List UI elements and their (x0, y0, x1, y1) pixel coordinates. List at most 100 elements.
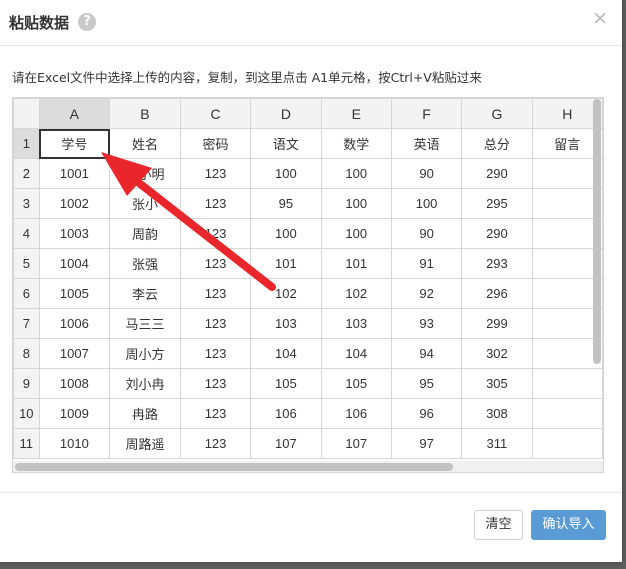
column-header-g[interactable]: G (461, 98, 533, 129)
column-header-c[interactable]: C (179, 98, 252, 129)
confirm-import-button[interactable]: 确认导入 (531, 510, 606, 540)
sheet-cell[interactable] (531, 248, 603, 279)
sheet-cell[interactable]: 周路遥 (109, 428, 181, 459)
sheet-cell[interactable]: 293 (461, 248, 533, 279)
sheet-cell[interactable]: 103 (250, 308, 322, 339)
sheet-cell[interactable]: 123 (179, 248, 252, 279)
sheet-cell[interactable]: 1008 (38, 368, 111, 399)
selected-cell-a1[interactable]: 学号 (38, 128, 111, 159)
sheet-cell[interactable]: 104 (250, 338, 322, 369)
sheet-cell[interactable] (531, 398, 603, 429)
sheet-cell[interactable] (531, 278, 603, 309)
sheet-cell[interactable]: 123 (179, 338, 252, 369)
sheet-cell[interactable]: 96 (390, 398, 463, 429)
sheet-cell[interactable]: 290 (461, 218, 533, 249)
sheet-cell[interactable] (531, 338, 603, 369)
sheet-cell[interactable]: 102 (250, 278, 322, 309)
sheet-cell[interactable] (531, 308, 603, 339)
sheet-cell[interactable]: 冉路 (109, 398, 181, 429)
sheet-cell[interactable]: 1002 (38, 188, 111, 219)
sheet-cell[interactable] (531, 218, 603, 249)
row-header[interactable]: 4 (13, 218, 40, 249)
sheet-cell[interactable]: 101 (250, 248, 322, 279)
row-header[interactable]: 1 (13, 128, 40, 159)
row-header[interactable]: 5 (13, 248, 40, 279)
sheet-cell[interactable]: 107 (250, 428, 322, 459)
column-header-a[interactable]: A (38, 98, 111, 129)
column-header-e[interactable]: E (320, 98, 392, 129)
sheet-cell[interactable]: 张小 (109, 188, 181, 219)
sheet-cell[interactable]: 295 (461, 188, 533, 219)
sheet-cell[interactable]: 1009 (38, 398, 111, 429)
sheet-cell[interactable]: 123 (179, 278, 252, 309)
sheet-cell[interactable]: 102 (320, 278, 392, 309)
sheet-cell[interactable]: 93 (390, 308, 463, 339)
corner-cell[interactable] (13, 98, 40, 129)
sheet-cell[interactable]: 马三三 (109, 308, 181, 339)
row-header[interactable]: 6 (13, 278, 40, 309)
sheet-cell[interactable]: 语文 (250, 128, 322, 159)
sheet-cell[interactable]: 101 (320, 248, 392, 279)
sheet-cell[interactable]: 100 (390, 188, 463, 219)
sheet-cell[interactable]: 留言 (531, 128, 603, 159)
close-icon[interactable]: × (592, 9, 608, 28)
sheet-cell[interactable]: 106 (320, 398, 392, 429)
row-header[interactable]: 11 (13, 428, 40, 459)
sheet-cell[interactable]: 92 (390, 278, 463, 309)
sheet-cell[interactable]: 91 (390, 248, 463, 279)
sheet-cell[interactable]: 英语 (390, 128, 463, 159)
column-header-b[interactable]: B (109, 98, 181, 129)
sheet-cell[interactable]: 97 (390, 428, 463, 459)
sheet-cell[interactable]: 1007 (38, 338, 111, 369)
horizontal-scrollbar[interactable] (15, 463, 453, 471)
vertical-scrollbar[interactable] (593, 99, 601, 364)
sheet-cell[interactable]: 123 (179, 368, 252, 399)
column-header-d[interactable]: D (250, 98, 322, 129)
sheet-cell[interactable]: 95 (250, 188, 322, 219)
sheet-cell[interactable]: 123 (179, 308, 252, 339)
sheet-cell[interactable]: 周韵 (109, 218, 181, 249)
clear-button[interactable]: 清空 (474, 510, 523, 540)
sheet-cell[interactable]: 311 (461, 428, 533, 459)
sheet-cell[interactable]: 1003 (38, 218, 111, 249)
sheet-cell[interactable]: 密码 (179, 128, 252, 159)
sheet-cell[interactable]: 1001 (38, 158, 111, 189)
sheet-cell[interactable]: 107 (320, 428, 392, 459)
sheet-cell[interactable]: 李云 (109, 278, 181, 309)
sheet-cell[interactable]: 106 (250, 398, 322, 429)
sheet-cell[interactable]: 290 (461, 158, 533, 189)
sheet-cell[interactable] (531, 158, 603, 189)
row-header[interactable]: 10 (13, 398, 40, 429)
sheet-cell[interactable]: 1004 (38, 248, 111, 279)
row-header[interactable]: 2 (13, 158, 40, 189)
sheet-cell[interactable]: 90 (390, 158, 463, 189)
row-header[interactable]: 9 (13, 368, 40, 399)
sheet-cell[interactable]: 105 (320, 368, 392, 399)
sheet-cell[interactable]: 305 (461, 368, 533, 399)
sheet-cell[interactable]: 123 (179, 188, 252, 219)
sheet-cell[interactable]: 总分 (461, 128, 533, 159)
row-header[interactable]: 8 (13, 338, 40, 369)
sheet-cell[interactable]: 100 (320, 218, 392, 249)
sheet-cell[interactable]: 299 (461, 308, 533, 339)
sheet-cell[interactable]: 数学 (320, 128, 392, 159)
sheet-cell[interactable]: 104 (320, 338, 392, 369)
sheet-cell[interactable]: 张强 (109, 248, 181, 279)
sheet-cell[interactable]: 105 (250, 368, 322, 399)
sheet-cell[interactable] (531, 428, 603, 459)
sheet-cell[interactable] (531, 368, 603, 399)
sheet-cell[interactable]: 1010 (38, 428, 111, 459)
sheet-cell[interactable]: 103 (320, 308, 392, 339)
sheet-cell[interactable]: 123 (179, 158, 252, 189)
sheet-cell[interactable]: 1005 (38, 278, 111, 309)
sheet-cell[interactable]: 刘小冉 (109, 368, 181, 399)
sheet-cell[interactable]: 100 (250, 218, 322, 249)
sheet-cell[interactable]: 100 (250, 158, 322, 189)
column-header-f[interactable]: F (390, 98, 463, 129)
sheet-cell[interactable]: 李小明 (109, 158, 181, 189)
sheet-cell[interactable]: 308 (461, 398, 533, 429)
column-header-h[interactable]: H (531, 98, 603, 129)
sheet-cell[interactable]: 姓名 (109, 128, 181, 159)
sheet-cell[interactable]: 90 (390, 218, 463, 249)
sheet-cell[interactable] (531, 188, 603, 219)
